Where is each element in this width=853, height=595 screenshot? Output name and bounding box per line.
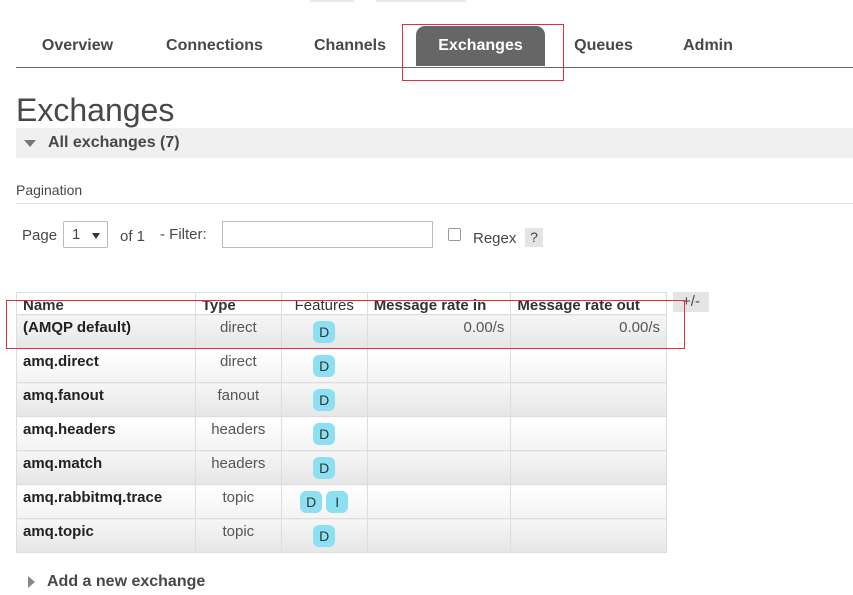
durable-badge: D	[313, 355, 336, 377]
rate-in: 0.00/s	[366, 314, 512, 349]
exchange-type: topic	[194, 518, 282, 553]
rate-out	[510, 450, 667, 485]
rate-in	[366, 518, 512, 553]
page-count-label: of 1	[120, 228, 146, 245]
divider	[16, 203, 853, 204]
exchange-name-link[interactable]: amq.headers	[16, 416, 196, 451]
tab-admin[interactable]: Admin	[668, 26, 748, 66]
top-fragment	[376, 0, 466, 2]
rate-in	[366, 416, 512, 451]
exchange-type: headers	[194, 416, 282, 451]
column-header-rate-in[interactable]: Message rate in	[366, 292, 512, 315]
exchange-name-link[interactable]: amq.topic	[16, 518, 196, 553]
features-cell: D	[280, 348, 368, 383]
exchange-name-link[interactable]: amq.direct	[16, 348, 196, 383]
rate-out	[510, 416, 667, 451]
tab-channels[interactable]: Channels	[296, 26, 404, 66]
column-header-features: Features	[280, 292, 368, 315]
help-button[interactable]: ?	[525, 228, 543, 247]
tab-queues[interactable]: Queues	[561, 26, 646, 66]
table-row: amq.headers headers D	[16, 416, 667, 451]
table-row: amq.rabbitmq.trace topic DI	[16, 484, 667, 519]
section-title: All exchanges (7)	[48, 134, 180, 151]
regex-checkbox[interactable]	[448, 228, 461, 241]
exchange-name-link[interactable]: (AMQP default)	[16, 314, 196, 349]
column-header-name[interactable]: Name	[16, 292, 196, 315]
table-row: amq.match headers D	[16, 450, 667, 485]
page-select[interactable]: 1	[63, 221, 108, 248]
exchange-name-link[interactable]: amq.match	[16, 450, 196, 485]
features-cell: D	[280, 450, 368, 485]
durable-badge: D	[313, 525, 336, 547]
exchange-name-link[interactable]: amq.fanout	[16, 382, 196, 417]
page-select-value: 1	[72, 226, 81, 243]
expand-triangle-icon	[28, 576, 35, 588]
main-nav: Overview Connections Channels Exchanges …	[16, 24, 853, 68]
durable-badge: D	[313, 457, 336, 479]
exchanges-table: Name Type Features Message rate in Messa…	[16, 292, 667, 553]
features-cell: D	[280, 382, 368, 417]
durable-badge: D	[313, 321, 336, 343]
tab-connections[interactable]: Connections	[147, 26, 282, 66]
durable-badge: D	[300, 491, 323, 513]
rate-in	[366, 450, 512, 485]
filter-input[interactable]	[222, 221, 433, 248]
table-row: (AMQP default) direct D 0.00/s 0.00/s	[16, 314, 667, 349]
rate-in	[366, 348, 512, 383]
rate-out	[510, 382, 667, 417]
durable-badge: D	[313, 389, 336, 411]
table-row: amq.direct direct D	[16, 348, 667, 383]
toggle-columns-button[interactable]: +/-	[673, 292, 709, 312]
rate-in	[366, 484, 512, 519]
features-cell: D	[280, 314, 368, 349]
exchange-type: headers	[194, 450, 282, 485]
exchange-name-link[interactable]: amq.rabbitmq.trace	[16, 484, 196, 519]
collapse-triangle-icon	[24, 140, 36, 147]
column-header-type[interactable]: Type	[194, 292, 282, 315]
tab-exchanges[interactable]: Exchanges	[416, 26, 545, 66]
top-fragment	[310, 0, 354, 2]
rate-out	[510, 348, 667, 383]
features-cell: DI	[280, 484, 368, 519]
durable-badge: D	[313, 423, 336, 445]
exchange-type: fanout	[194, 382, 282, 417]
rate-out: 0.00/s	[510, 314, 667, 349]
page-label: Page	[22, 227, 58, 244]
regex-label: Regex	[473, 230, 517, 247]
table-row: amq.topic topic D	[16, 518, 667, 553]
pagination-heading: Pagination	[16, 182, 83, 198]
add-exchange-title: Add a new exchange	[47, 573, 206, 590]
rate-out	[510, 484, 667, 519]
all-exchanges-toggle[interactable]: All exchanges (7)	[16, 128, 853, 158]
exchange-type: direct	[194, 314, 282, 349]
tab-overview[interactable]: Overview	[20, 26, 135, 66]
table-header-row: Name Type Features Message rate in Messa…	[16, 292, 667, 315]
features-cell: D	[280, 416, 368, 451]
rate-out	[510, 518, 667, 553]
exchange-type: topic	[194, 484, 282, 519]
filter-label: - Filter:	[160, 226, 207, 243]
column-header-rate-out[interactable]: Message rate out	[510, 292, 667, 315]
chevron-down-icon	[92, 233, 100, 239]
exchange-type: direct	[194, 348, 282, 383]
table-row: amq.fanout fanout D	[16, 382, 667, 417]
page-title: Exchanges	[16, 92, 175, 128]
rate-in	[366, 382, 512, 417]
internal-badge: I	[326, 491, 349, 513]
features-cell: D	[280, 518, 368, 553]
